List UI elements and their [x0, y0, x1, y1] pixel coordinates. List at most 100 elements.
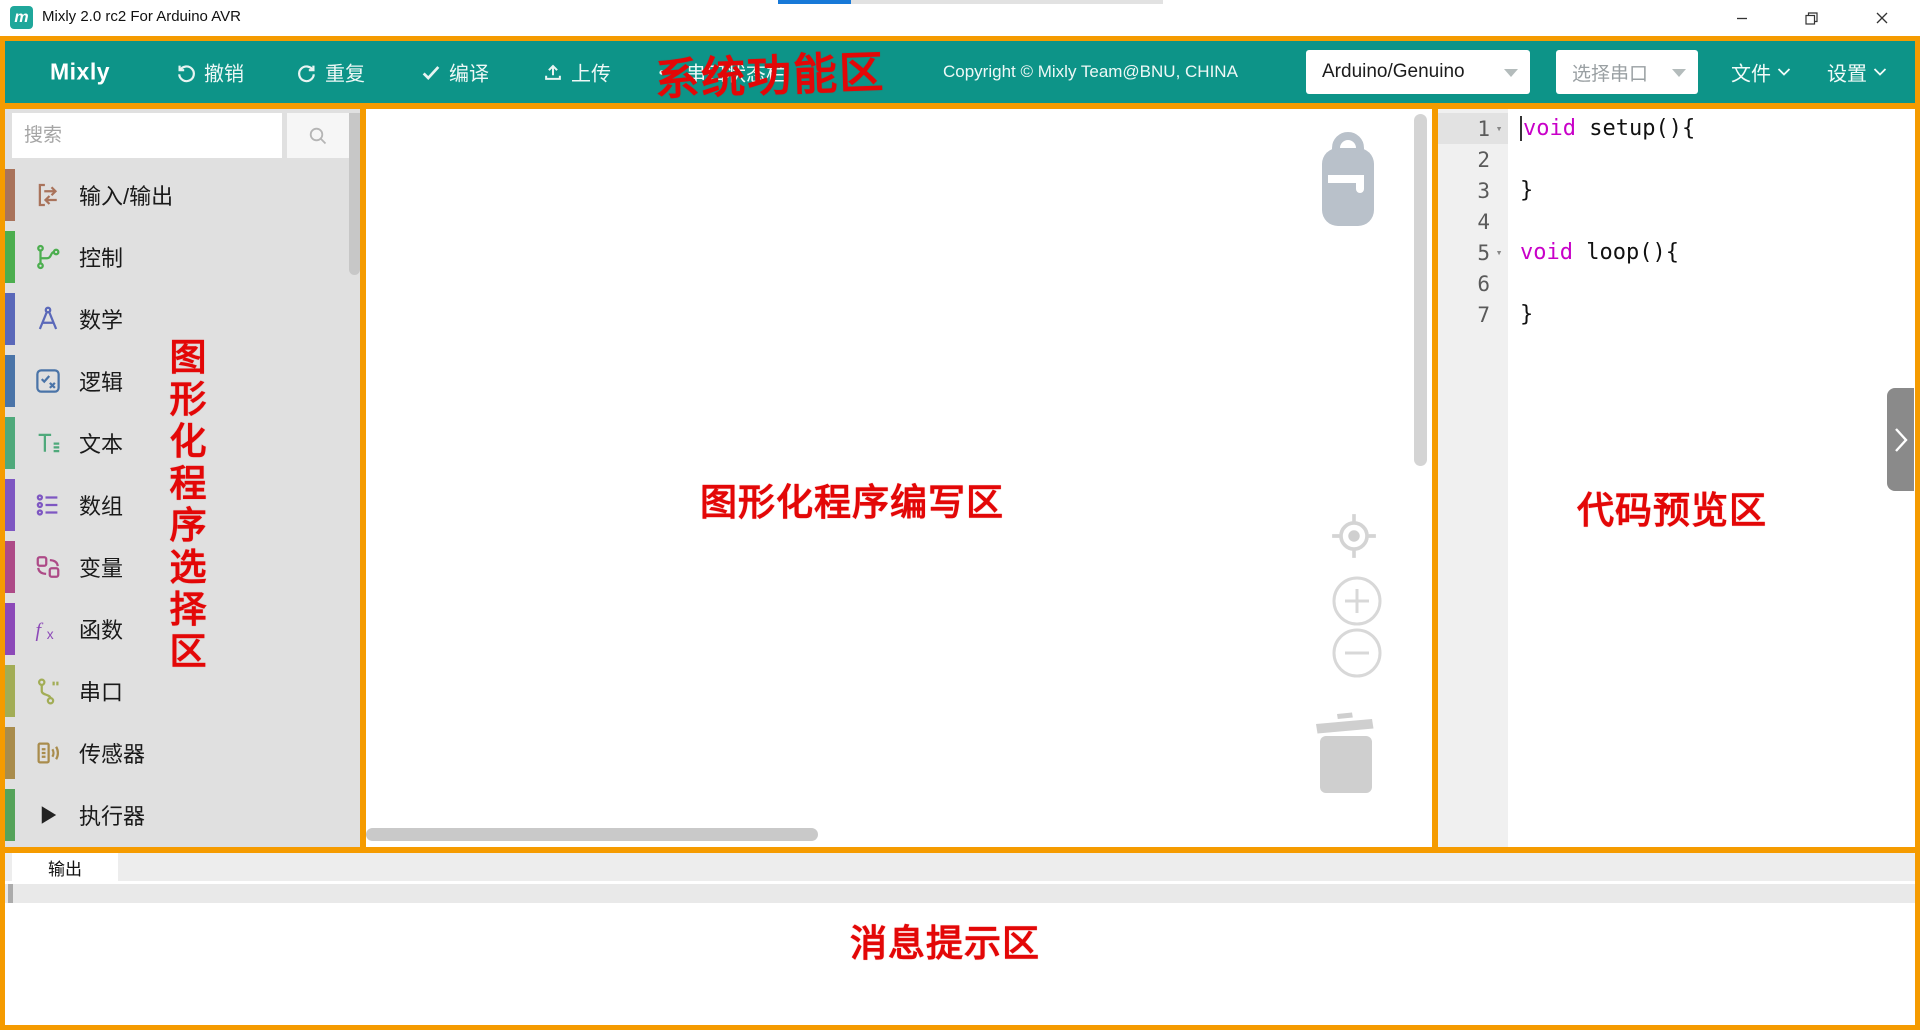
- actuator-icon: [33, 800, 63, 830]
- chevron-down-icon: [1873, 68, 1887, 77]
- output-tabbar: 输出: [5, 853, 1915, 881]
- sidebar-category[interactable]: 数组: [5, 474, 348, 536]
- window-title: Mixly 2.0 rc2 For Arduino AVR: [42, 8, 241, 25]
- fold-marker-icon[interactable]: ▾: [1490, 246, 1508, 259]
- sidebar-category[interactable]: fx 函数: [5, 598, 348, 660]
- category-label: 函数: [79, 613, 123, 645]
- chevron-right-icon: [1893, 426, 1909, 454]
- category-color-strip: [5, 603, 15, 655]
- code-text: void setup(){: [1508, 116, 1695, 141]
- menu-file[interactable]: 文件: [1731, 58, 1791, 87]
- code-line: 6: [1438, 268, 1915, 299]
- tab-output[interactable]: 输出: [12, 853, 118, 881]
- close-button[interactable]: [1859, 0, 1905, 36]
- code-line: 2: [1438, 144, 1915, 175]
- category-color-strip: [5, 417, 15, 469]
- toolbar-item-serial-status[interactable]: 串口状态栏: [657, 58, 786, 87]
- loading-bar-fill: [778, 0, 851, 4]
- toolbar-item-label: 编译: [449, 58, 489, 87]
- sidebar-category[interactable]: 串口: [5, 660, 348, 722]
- toolbar-item-label: 串口状态栏: [686, 58, 786, 87]
- zoom-out-icon[interactable]: [1331, 627, 1383, 684]
- chevron-down-icon: [1777, 68, 1791, 77]
- sidebar-category[interactable]: 传感器: [5, 722, 348, 784]
- fold-marker-icon[interactable]: ▾: [1490, 122, 1508, 135]
- redo-icon: [296, 61, 318, 83]
- serial-status-icon: [657, 61, 679, 83]
- category-label: 数学: [79, 303, 123, 335]
- block-category-sidebar: 输入/输出控制数学逻辑文本数组变量 fx 函数串口传感器执行器: [5, 109, 360, 847]
- category-label: 传感器: [79, 737, 145, 769]
- line-number: 2: [1438, 144, 1508, 175]
- code-text: }: [1508, 178, 1533, 203]
- sidebar-category[interactable]: 数学: [5, 288, 348, 350]
- minimize-button[interactable]: [1719, 0, 1765, 36]
- toolbar-item-redo[interactable]: 重复: [296, 58, 365, 87]
- line-number: 6: [1438, 268, 1508, 299]
- category-label: 串口: [79, 675, 123, 707]
- category-color-strip: [5, 293, 15, 345]
- backpack-icon[interactable]: [1316, 131, 1380, 234]
- titlebar: m Mixly 2.0 rc2 For Arduino AVR: [0, 0, 1920, 36]
- menu-file-label: 文件: [1731, 58, 1771, 87]
- canvas-vertical-scrollbar[interactable]: [1414, 114, 1427, 574]
- sensor-icon: [33, 738, 63, 768]
- line-number: 1▾: [1438, 113, 1508, 144]
- sidebar-category[interactable]: 变量: [5, 536, 348, 598]
- toolbar-item-upload[interactable]: 上传: [542, 58, 611, 87]
- sidebar-category[interactable]: 控制: [5, 226, 348, 288]
- minimize-icon: [1736, 12, 1748, 24]
- search-button[interactable]: [287, 113, 349, 158]
- trash-icon[interactable]: [1313, 707, 1379, 800]
- message-cursor-bar: [8, 884, 13, 903]
- category-color-strip: [5, 727, 15, 779]
- code-line: 7}: [1438, 299, 1915, 330]
- line-number: 3: [1438, 175, 1508, 206]
- line-number: 5▾: [1438, 237, 1508, 268]
- control-icon: [33, 242, 63, 272]
- category-color-strip: [5, 231, 15, 283]
- canvas-horizontal-scrollbar[interactable]: [366, 828, 818, 841]
- sidebar-category[interactable]: 输入/输出: [5, 164, 348, 226]
- code-text: void loop(){: [1508, 240, 1679, 265]
- expand-panel-tab[interactable]: [1887, 388, 1914, 491]
- zoom-in-icon[interactable]: [1331, 575, 1383, 632]
- code-lines: 1▾void setup(){23}45▾void loop(){67}: [1438, 113, 1915, 330]
- toolbar: Mixly 撤销重复编译上传串口状态栏 Copyright © Mixly Te…: [5, 41, 1915, 103]
- serial-icon: [33, 676, 63, 706]
- io-icon: [33, 180, 63, 210]
- search-input[interactable]: [12, 113, 282, 158]
- menu-settings-label: 设置: [1827, 58, 1867, 87]
- category-label: 变量: [79, 551, 123, 583]
- category-label: 控制: [79, 241, 123, 273]
- port-select-dropdown[interactable]: 选择串口: [1556, 50, 1698, 94]
- port-select-value: 选择串口: [1572, 59, 1648, 86]
- category-color-strip: [5, 541, 15, 593]
- menu-settings[interactable]: 设置: [1827, 58, 1887, 87]
- canvas-vertical-scrollbar-thumb[interactable]: [1414, 114, 1427, 466]
- board-select-value: Arduino/Genuino: [1322, 61, 1465, 83]
- mixly-brand[interactable]: Mixly: [50, 59, 110, 86]
- sidebar-scrollbar[interactable]: [348, 111, 360, 845]
- toolbar-item-undo[interactable]: 撤销: [175, 58, 244, 87]
- code-line: 1▾void setup(){: [1438, 113, 1915, 144]
- board-select-dropdown[interactable]: Arduino/Genuino: [1306, 50, 1530, 94]
- sidebar-category[interactable]: 执行器: [5, 784, 348, 846]
- blockly-workspace[interactable]: [366, 109, 1432, 847]
- function-icon: fx: [33, 614, 63, 644]
- sidebar-category[interactable]: 逻辑: [5, 350, 348, 412]
- sidebar-category[interactable]: 文本: [5, 412, 348, 474]
- category-label: 输入/输出: [79, 179, 173, 211]
- text-cursor: [1520, 116, 1522, 141]
- toolbar-item-label: 上传: [571, 58, 611, 87]
- toolbar-item-compile-check[interactable]: 编译: [420, 58, 489, 87]
- code-line: 3}: [1438, 175, 1915, 206]
- text-icon: [33, 428, 63, 458]
- category-color-strip: [5, 169, 15, 221]
- sidebar-scrollbar-thumb[interactable]: [349, 113, 360, 275]
- restore-button[interactable]: [1788, 0, 1834, 36]
- code-line: 5▾void loop(){: [1438, 237, 1915, 268]
- category-label: 执行器: [79, 799, 145, 831]
- category-color-strip: [5, 479, 15, 531]
- locate-target-icon[interactable]: [1329, 511, 1379, 566]
